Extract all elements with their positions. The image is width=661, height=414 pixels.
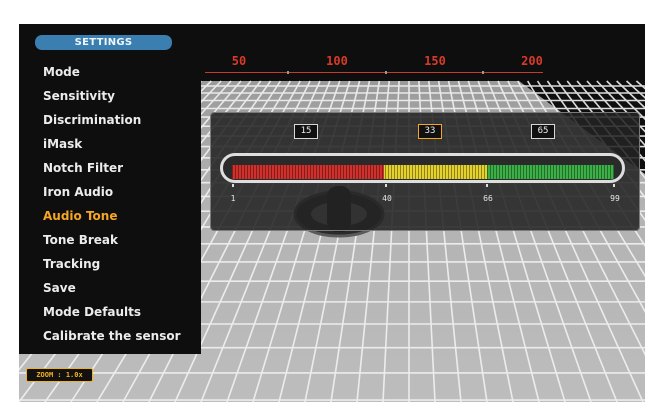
- settings-menu: Mode Sensitivity Discrimination iMask No…: [43, 60, 181, 348]
- depth-scale-label: 200: [521, 54, 543, 68]
- depth-scale-tick: [482, 71, 484, 74]
- menu-item-iron-audio[interactable]: Iron Audio: [43, 180, 181, 204]
- menu-item-mode[interactable]: Mode: [43, 60, 181, 84]
- tone-value-mid[interactable]: 33: [418, 124, 442, 139]
- tone-bar-label: 40: [382, 194, 392, 203]
- tone-bar-tick: [385, 184, 387, 187]
- menu-item-mode-defaults[interactable]: Mode Defaults: [43, 300, 181, 324]
- menu-item-sensitivity[interactable]: Sensitivity: [43, 84, 181, 108]
- tone-bar-tick: [232, 184, 234, 187]
- menu-item-calibrate-sensor[interactable]: Calibrate the sensor: [43, 324, 181, 348]
- tone-bar-label: 1: [230, 194, 236, 203]
- detector-screen: SETTINGS Mode Sensitivity Discrimination…: [19, 24, 645, 402]
- tone-bar-label: 66: [483, 194, 493, 203]
- menu-item-notch-filter[interactable]: Notch Filter: [43, 156, 181, 180]
- menu-item-discrimination[interactable]: Discrimination: [43, 108, 181, 132]
- menu-item-audio-tone[interactable]: Audio Tone: [43, 204, 181, 228]
- depth-scale-label: 100: [326, 54, 348, 68]
- depth-scale-tick: [385, 71, 387, 74]
- zoom-indicator: ZOOM : 1.0x: [26, 368, 93, 382]
- menu-item-imask[interactable]: iMask: [43, 132, 181, 156]
- settings-header: SETTINGS: [35, 35, 172, 50]
- depth-scale-line: [205, 72, 543, 73]
- tone-bar-tick: [613, 184, 615, 187]
- menu-item-save[interactable]: Save: [43, 276, 181, 300]
- depth-scale-label: 150: [424, 54, 446, 68]
- menu-item-tone-break[interactable]: Tone Break: [43, 228, 181, 252]
- depth-scale-label: 50: [231, 54, 247, 68]
- tone-bar-tick: [486, 184, 488, 187]
- tone-value-low[interactable]: 15: [294, 124, 318, 139]
- tone-bar-label: 99: [610, 194, 620, 203]
- depth-scale-tick: [287, 71, 289, 74]
- tone-bar-segments: [232, 165, 614, 179]
- tone-value-high[interactable]: 65: [531, 124, 555, 139]
- menu-item-tracking[interactable]: Tracking: [43, 252, 181, 276]
